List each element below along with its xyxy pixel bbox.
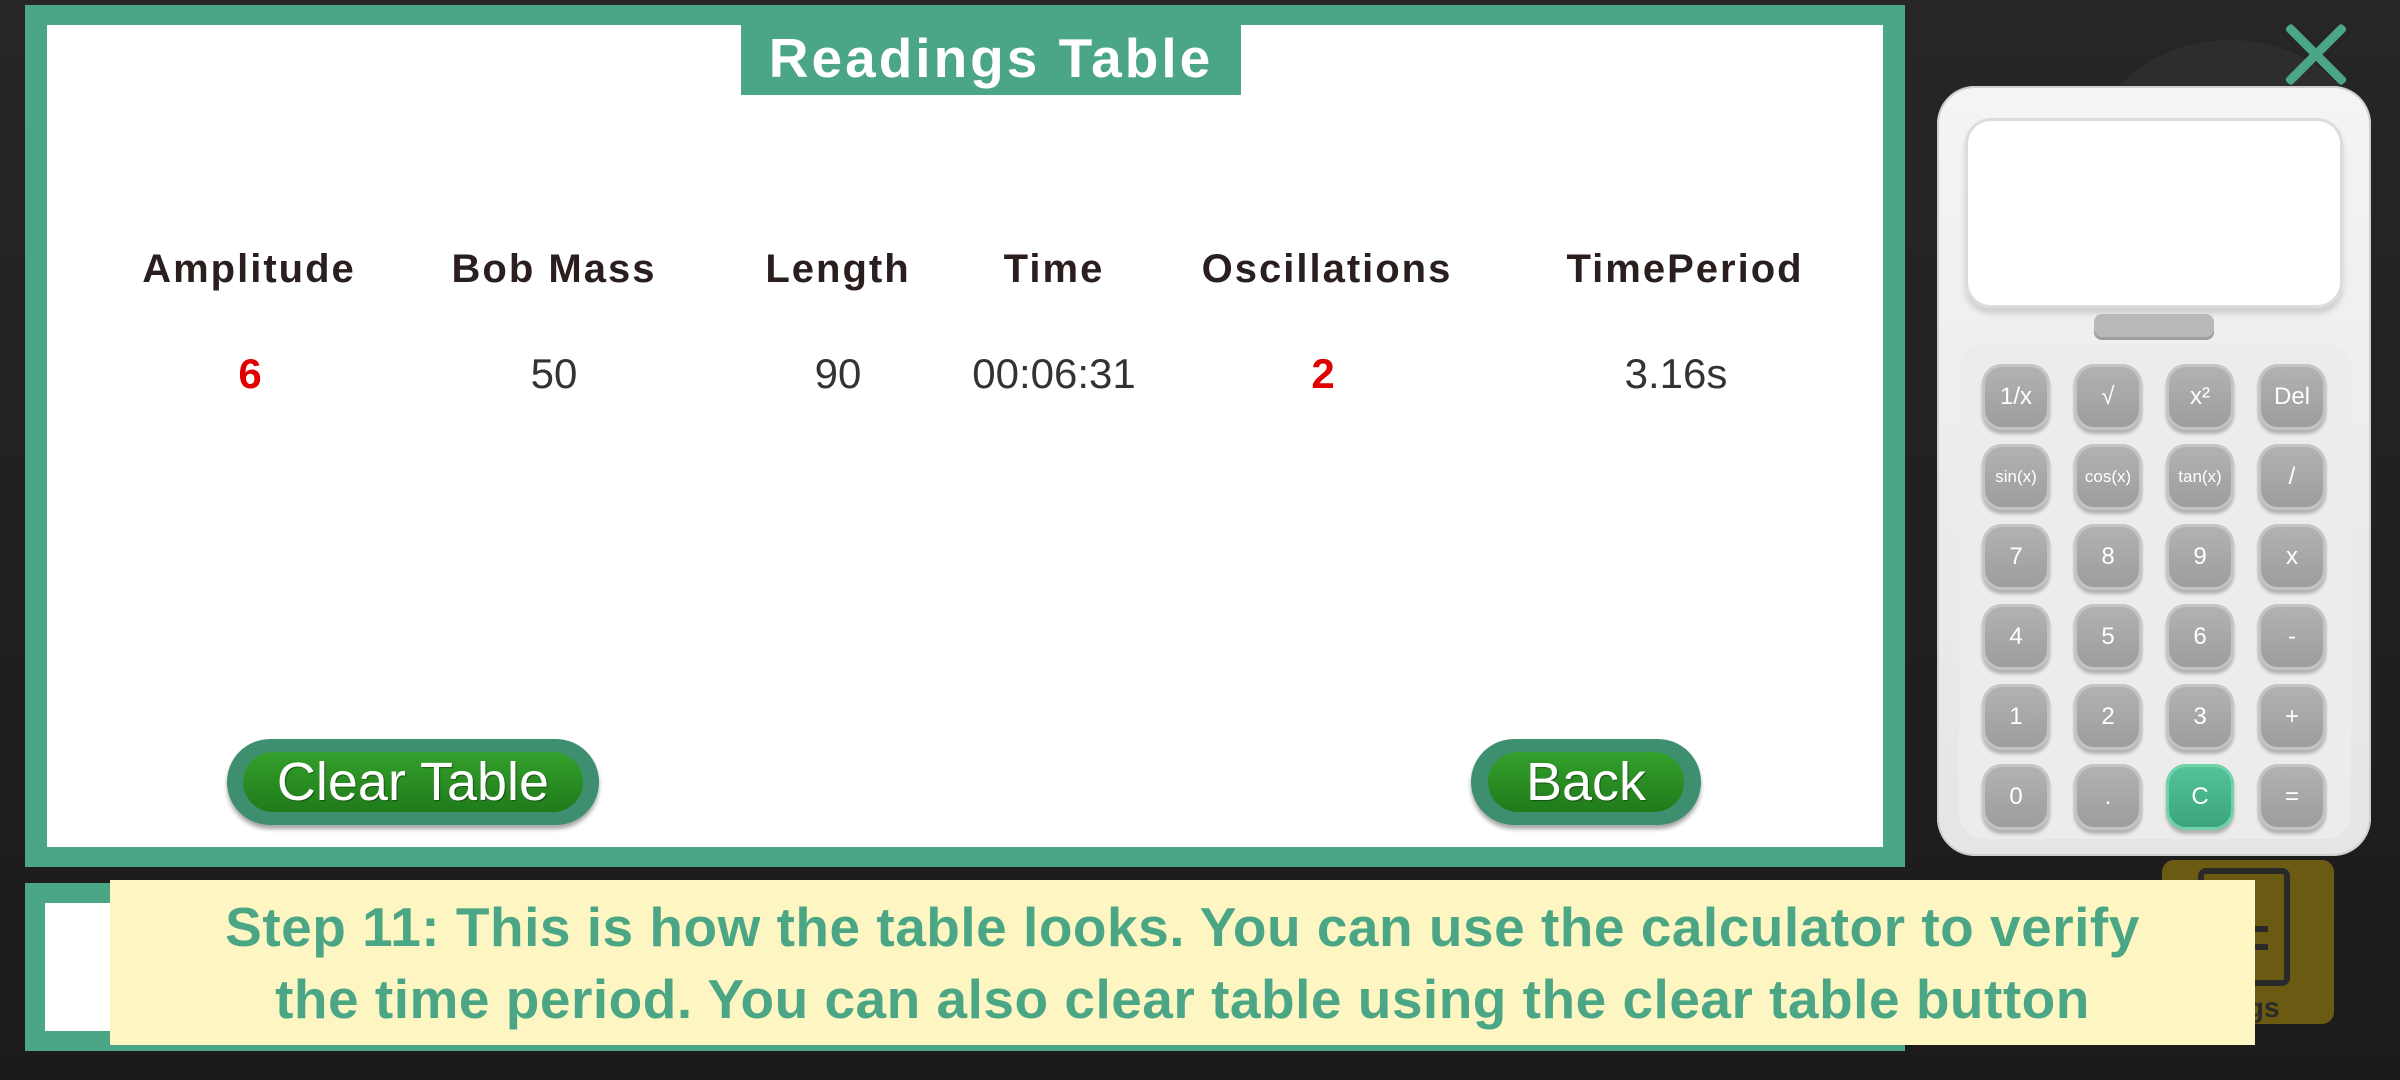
- cell-bob-mass: 50: [530, 350, 578, 397]
- key-9[interactable]: 9: [2166, 524, 2234, 590]
- key-5[interactable]: 5: [2074, 604, 2142, 670]
- calculator-keypad: 1/x √ x² Del sin(x) cos(x) tan(x) / 7 8 …: [1959, 344, 2351, 839]
- caption-line-2: the time period. You can also clear tabl…: [275, 967, 2090, 1030]
- column-header-length: Length: [765, 247, 911, 291]
- back-button-label: Back: [1488, 752, 1684, 812]
- key-1[interactable]: 1: [1982, 684, 2050, 750]
- key-7[interactable]: 7: [1982, 524, 2050, 590]
- key-reciprocal[interactable]: 1/x: [1982, 364, 2050, 430]
- key-3[interactable]: 3: [2166, 684, 2234, 750]
- column-header-bob-mass: Bob Mass: [451, 247, 657, 291]
- key-equals[interactable]: =: [2258, 764, 2326, 830]
- bottom-frame-inner: [45, 903, 115, 1031]
- calculator-display: [1965, 118, 2343, 308]
- key-square[interactable]: x²: [2166, 364, 2234, 430]
- column-header-amplitude: Amplitude: [142, 247, 356, 291]
- readings-table-panel: Amplitude Bob Mass Length Time Oscillati…: [25, 5, 1905, 867]
- column-header-time: Time: [1003, 247, 1105, 291]
- key-6[interactable]: 6: [2166, 604, 2234, 670]
- column-header-timeperiod: TimePeriod: [1566, 247, 1804, 291]
- key-multiply[interactable]: x: [2258, 524, 2326, 590]
- key-2[interactable]: 2: [2074, 684, 2142, 750]
- column-header-oscillations: Oscillations: [1201, 247, 1453, 291]
- key-8[interactable]: 8: [2074, 524, 2142, 590]
- key-plus[interactable]: +: [2258, 684, 2326, 750]
- key-sin[interactable]: sin(x): [1982, 444, 2050, 510]
- cell-oscillations: 2: [1311, 350, 1335, 397]
- key-4[interactable]: 4: [1982, 604, 2050, 670]
- key-0[interactable]: 0: [1982, 764, 2050, 830]
- key-sqrt[interactable]: √: [2074, 364, 2142, 430]
- caption-line-1: Step 11: This is how the table looks. Yo…: [225, 895, 2140, 958]
- key-cos[interactable]: cos(x): [2074, 444, 2142, 510]
- calculator: 1/x √ x² Del sin(x) cos(x) tan(x) / 7 8 …: [1937, 86, 2371, 856]
- instruction-caption: Step 11: This is how the table looks. Yo…: [110, 880, 2255, 1045]
- key-divide[interactable]: /: [2258, 444, 2326, 510]
- close-icon[interactable]: [2280, 18, 2352, 90]
- cell-length: 90: [814, 350, 862, 397]
- calculator-tab: [2094, 314, 2214, 340]
- key-decimal[interactable]: .: [2074, 764, 2142, 830]
- key-tan[interactable]: tan(x): [2166, 444, 2234, 510]
- clear-table-button[interactable]: Clear Table: [227, 739, 599, 825]
- key-clear[interactable]: C: [2166, 764, 2234, 830]
- page-title: Readings Table: [741, 21, 1241, 95]
- clear-table-button-label: Clear Table: [243, 752, 583, 812]
- key-minus[interactable]: -: [2258, 604, 2326, 670]
- key-delete[interactable]: Del: [2258, 364, 2326, 430]
- readings-table-body: Amplitude Bob Mass Length Time Oscillati…: [47, 25, 1883, 847]
- back-button[interactable]: Back: [1471, 739, 1701, 825]
- cell-time: 00:06:31: [972, 350, 1136, 397]
- cell-time-period: 3.16s: [1624, 350, 1728, 397]
- cell-amplitude: 6: [238, 350, 262, 397]
